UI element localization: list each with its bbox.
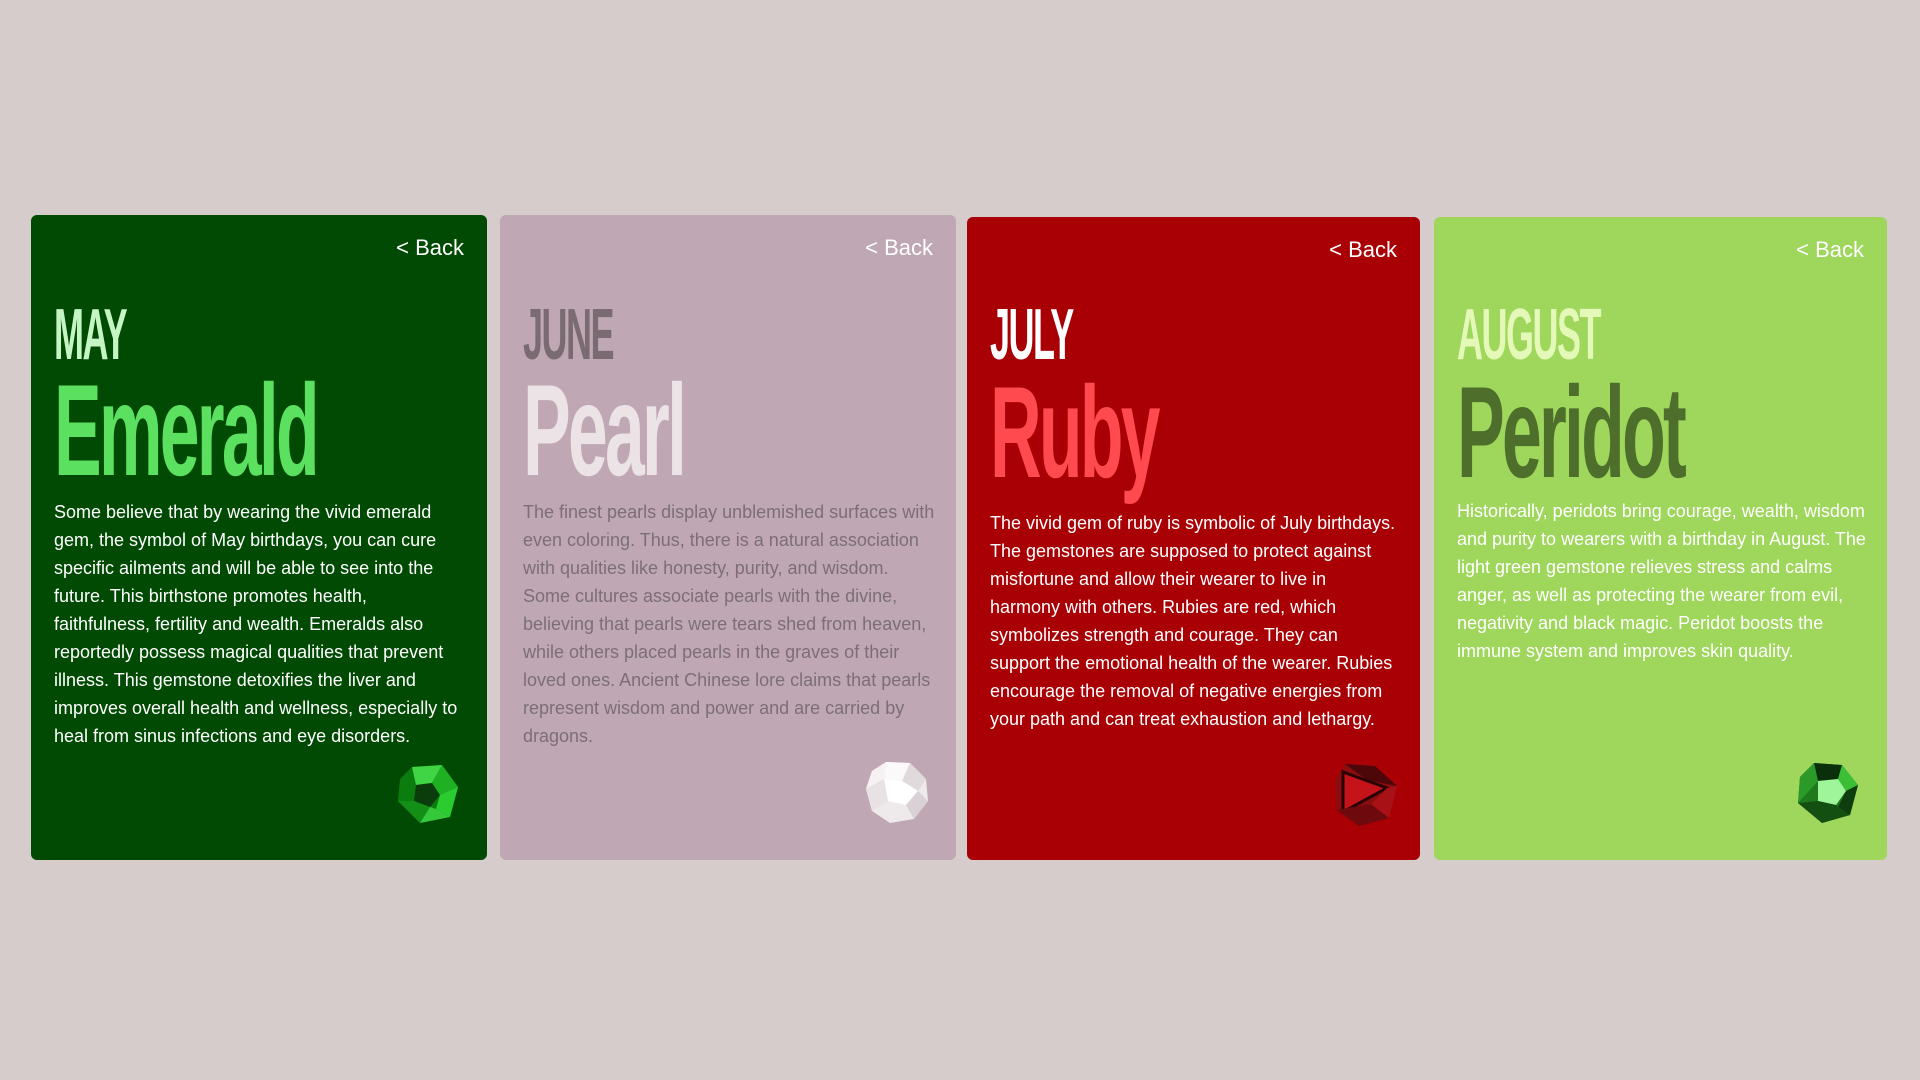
back-button[interactable]: < Back <box>865 235 933 261</box>
card-august-peridot: < Back AUGUST Peridot Historically, peri… <box>1434 217 1887 860</box>
gem-description: Some believe that by wearing the vivid e… <box>54 502 458 746</box>
back-button[interactable]: < Back <box>1329 237 1397 263</box>
card-july-ruby: < Back JULY Ruby The vivid gem of ruby i… <box>967 217 1420 860</box>
emerald-gem-icon <box>398 765 458 823</box>
card-june-pearl: < Back JUNE Pearl The finest pearls disp… <box>500 215 956 860</box>
peridot-gem-icon <box>1798 763 1858 823</box>
gem-title: Pearl <box>523 357 687 503</box>
gem-title: Peridot <box>1457 359 1687 505</box>
gem-title: Ruby <box>990 359 1161 505</box>
gem-description: The vivid gem of ruby is symbolic of Jul… <box>990 513 1396 729</box>
card-may-emerald: < Back MAY Emerald Some believe that by … <box>31 215 487 860</box>
gem-description: The finest pearls display unblemished su… <box>523 502 935 746</box>
ruby-gem-icon <box>1335 764 1397 826</box>
back-button[interactable]: < Back <box>396 235 464 261</box>
pearl-gem-icon <box>866 762 928 823</box>
gem-title: Emerald <box>54 357 320 503</box>
gem-description: Historically, peridots bring courage, we… <box>1457 501 1866 661</box>
back-button[interactable]: < Back <box>1796 237 1864 263</box>
